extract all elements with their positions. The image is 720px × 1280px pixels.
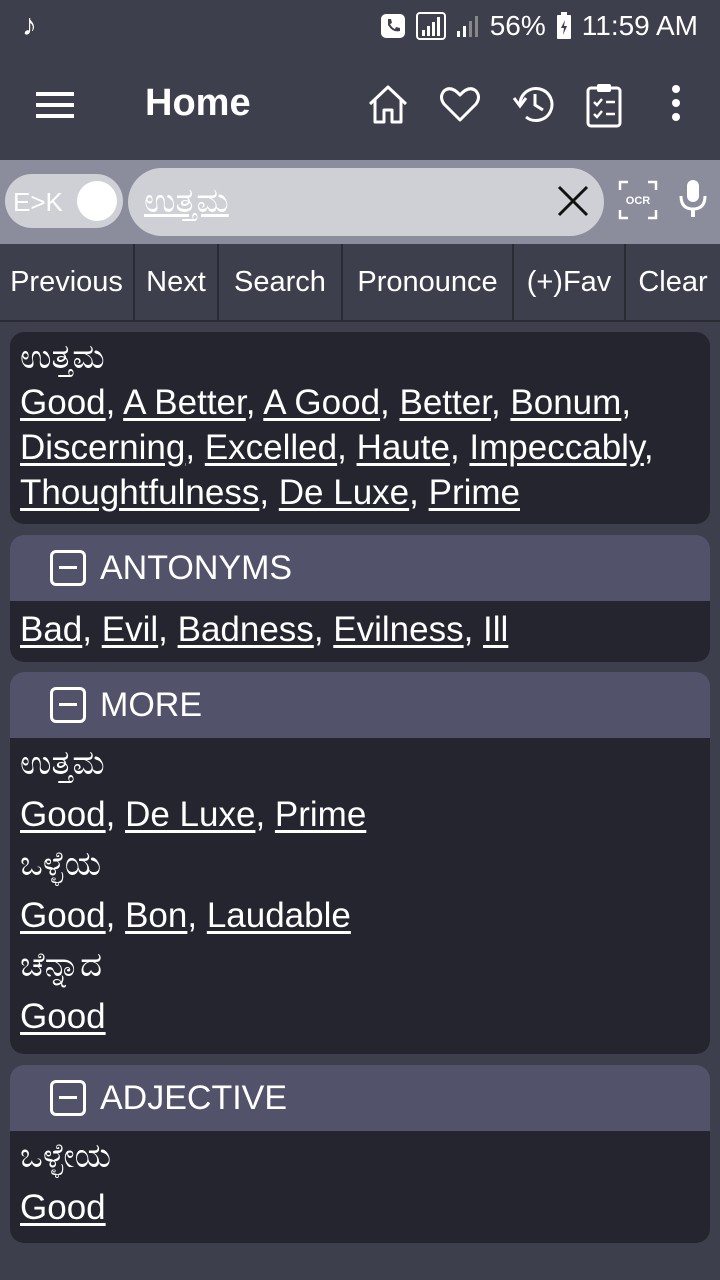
- adjective-title: ADJECTIVE: [100, 1078, 288, 1117]
- translation-list: Good, Bon, Laudable: [20, 896, 351, 935]
- signal-weak-icon: [456, 16, 478, 37]
- call-icon: [380, 14, 405, 38]
- status-icons: 56% 11:59 AM: [380, 10, 698, 42]
- search-button[interactable]: Search: [219, 244, 343, 320]
- antonyms-header[interactable]: ANTONYMS: [10, 535, 710, 601]
- kannada-word: ಒಳ್ಳೆಯ: [20, 845, 102, 883]
- collapse-icon[interactable]: [50, 1080, 86, 1116]
- heart-icon[interactable]: [438, 82, 482, 126]
- antonym-list: Bad, Evil, Badness, Evilness, Ill: [20, 610, 509, 649]
- clock: 11:59 AM: [581, 10, 698, 41]
- page-title: Home: [145, 82, 251, 124]
- kannada-word: ಒಳ್ಳೇಯ: [20, 1137, 112, 1175]
- translation-list: Good, A Better, A Good, Better, Bonum, D…: [20, 383, 654, 512]
- music-note-icon: ♪: [22, 9, 37, 42]
- app-bar: Home: [0, 52, 720, 160]
- translation-link[interactable]: De Luxe: [125, 795, 255, 834]
- language-toggle[interactable]: E>K: [5, 174, 123, 228]
- menu-icon[interactable]: [36, 88, 76, 122]
- signal-icon: [415, 12, 446, 40]
- translation-link[interactable]: Prime: [429, 473, 520, 512]
- translation-link[interactable]: Better: [400, 383, 491, 422]
- adjective-card: ADJECTIVE ಒಳ್ಳೇಯ Good: [10, 1065, 710, 1243]
- collapse-icon[interactable]: [50, 550, 86, 586]
- antonym-link[interactable]: Evil: [102, 610, 158, 649]
- more-icon[interactable]: [668, 82, 684, 126]
- close-icon[interactable]: [556, 182, 590, 220]
- translation-link[interactable]: Good: [20, 896, 106, 935]
- microphone-icon[interactable]: [676, 178, 710, 220]
- translation-link[interactable]: Good: [20, 997, 106, 1036]
- search-input[interactable]: ಉತ್ತಮ: [128, 168, 604, 236]
- toggle-knob[interactable]: [77, 181, 117, 221]
- battery-percent: 56%: [489, 10, 546, 41]
- language-toggle-label: E>K: [13, 187, 63, 217]
- translation-link[interactable]: Good: [20, 795, 106, 834]
- clear-button[interactable]: Clear: [626, 244, 720, 320]
- translation-link[interactable]: Thoughtfulness: [20, 473, 259, 512]
- home-icon[interactable]: [366, 82, 410, 126]
- translation-link[interactable]: Excelled: [205, 428, 337, 467]
- more-card: MORE ಉತ್ತಮ Good, De Luxe, Prime ಒಳ್ಳೆಯ G…: [10, 672, 710, 1054]
- translation-link[interactable]: Good: [20, 383, 106, 422]
- antonym-link[interactable]: Badness: [178, 610, 314, 649]
- antonym-link[interactable]: Evilness: [333, 610, 463, 649]
- kannada-word: ಉತ್ತಮ: [20, 744, 105, 782]
- translation-link[interactable]: Good: [20, 1188, 106, 1227]
- add-favorite-button[interactable]: (+)Fav: [514, 244, 626, 320]
- translation-link[interactable]: Bon: [125, 896, 187, 935]
- antonym-link[interactable]: Ill: [483, 610, 508, 649]
- more-title: MORE: [100, 685, 202, 724]
- main-translation-card: ಉತ್ತಮ Good, A Better, A Good, Better, Bo…: [10, 332, 710, 524]
- translation-list: Good: [20, 1185, 700, 1230]
- ocr-label: OCR: [626, 195, 651, 207]
- translation-link[interactable]: Prime: [275, 795, 366, 834]
- clipboard-icon[interactable]: [584, 82, 624, 128]
- action-toolbar: Previous Next Search Pronounce (+)Fav Cl…: [0, 244, 720, 322]
- search-bar: E>K ಉತ್ತಮ OCR: [0, 160, 720, 244]
- antonym-link[interactable]: Bad: [20, 610, 82, 649]
- translation-link[interactable]: Impeccably: [469, 428, 643, 467]
- antonyms-card: ANTONYMS Bad, Evil, Badness, Evilness, I…: [10, 535, 710, 662]
- kannada-word: ಉತ್ತಮ: [20, 338, 105, 376]
- collapse-icon[interactable]: [50, 687, 86, 723]
- adjective-header[interactable]: ADJECTIVE: [10, 1065, 710, 1131]
- kannada-word: ಚೆನ್ನಾದ: [20, 946, 103, 984]
- antonyms-title: ANTONYMS: [100, 548, 293, 587]
- translation-list: Good, De Luxe, Prime: [20, 795, 367, 834]
- search-query[interactable]: ಉತ್ತಮ: [144, 182, 229, 221]
- pronounce-button[interactable]: Pronounce: [343, 244, 514, 320]
- more-header[interactable]: MORE: [10, 672, 710, 738]
- translation-link[interactable]: De Luxe: [279, 473, 409, 512]
- translation-link[interactable]: Bonum: [510, 383, 621, 422]
- translation-link[interactable]: A Good: [263, 383, 380, 422]
- history-icon[interactable]: [512, 82, 556, 126]
- translation-link[interactable]: A Better: [123, 383, 246, 422]
- previous-button[interactable]: Previous: [0, 244, 135, 320]
- translation-list: Good: [20, 994, 700, 1039]
- battery-icon: [556, 12, 571, 39]
- status-bar: ♪ 56% 11:59 AM: [0, 0, 720, 52]
- translation-link[interactable]: Haute: [357, 428, 450, 467]
- translation-link[interactable]: Laudable: [207, 896, 351, 935]
- translation-link[interactable]: Discerning: [20, 428, 185, 467]
- next-button[interactable]: Next: [135, 244, 219, 320]
- ocr-icon[interactable]: OCR: [618, 180, 658, 220]
